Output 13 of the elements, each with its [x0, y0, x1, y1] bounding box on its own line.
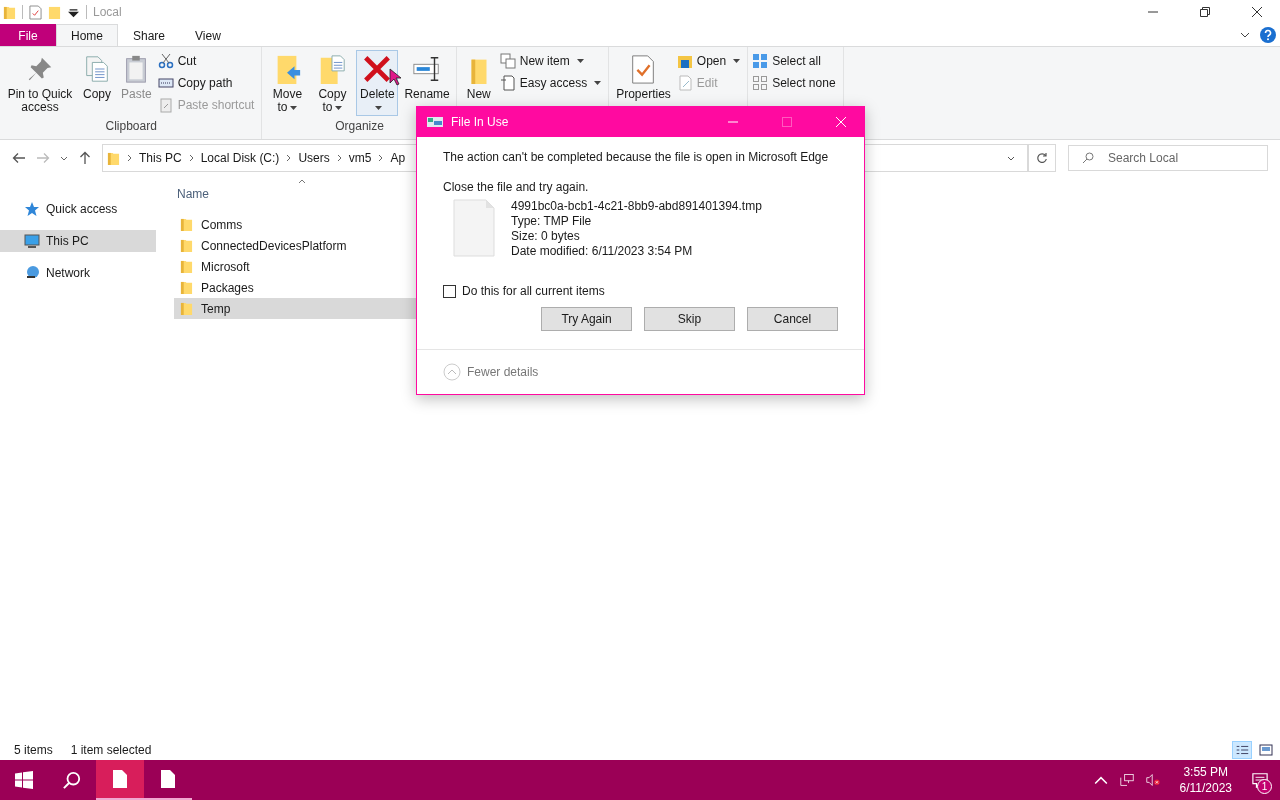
error-message: The action can't be completed because the file is open in Microsoft Edge	[443, 150, 830, 166]
file-date: Date modified: 6/11/2023 3:54 PM	[511, 244, 694, 259]
group-label: Organize	[335, 119, 384, 135]
file-name: 4991bc0a-bcb1-4c21-8bb9-abd891401394.tmp	[511, 199, 762, 214]
file-size: Size: 0 bytes	[511, 229, 581, 244]
item-count: 5 items	[14, 743, 53, 757]
dialog-title: File In Use	[451, 115, 509, 129]
hint-text: Close the file and try again.	[443, 180, 590, 194]
selection-count: 1 item selected	[70, 743, 152, 757]
file-type: Type: TMP File	[511, 214, 593, 229]
group-label: Clipboard	[105, 119, 157, 135]
notification-badge: 1	[1257, 779, 1272, 794]
window-title: Local	[93, 5, 122, 19]
